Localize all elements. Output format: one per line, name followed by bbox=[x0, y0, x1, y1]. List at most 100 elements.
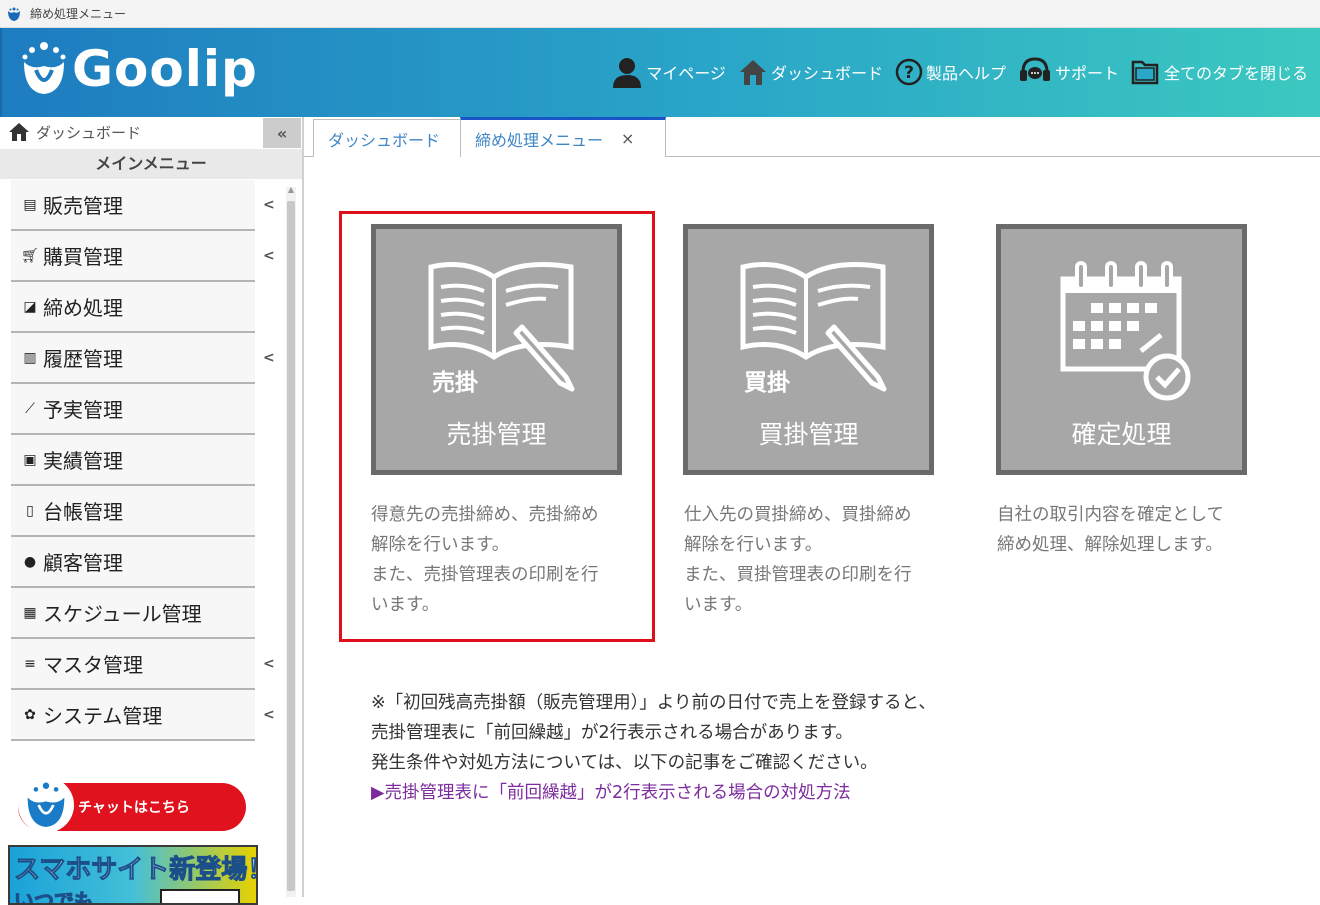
sidebar-item-history[interactable]: ▥ 履歴管理 < bbox=[11, 333, 275, 384]
notice-text: ※「初回残高売掛額（販売管理用）」より前の日付で売上を登録すると、 売掛管理表に… bbox=[371, 688, 936, 808]
banner-subline: いつでも bbox=[14, 889, 95, 905]
sidebar-item-closing[interactable]: ◪ 締め処理 bbox=[11, 282, 255, 333]
sidebar-item-results[interactable]: ▣ 実績管理 bbox=[11, 435, 255, 486]
main-menu-heading: メインメニュー bbox=[0, 149, 302, 179]
chevron-left-icon: < bbox=[263, 706, 275, 723]
sidebar-item-label: 履歴管理 bbox=[43, 347, 123, 371]
card-label: 買掛管理 bbox=[758, 420, 859, 449]
sidebar-item-purchase[interactable]: 🛒︎ 購買管理 < bbox=[11, 231, 275, 282]
sidebar-item-label: マスタ管理 bbox=[43, 653, 143, 677]
tab-dashboard[interactable]: ダッシュボード bbox=[313, 119, 461, 157]
sidebar-item-label: 顧客管理 bbox=[43, 551, 123, 575]
close-all-tabs-link[interactable]: 全てのタブを閉じる bbox=[1131, 58, 1308, 86]
desc-line: います。 bbox=[684, 595, 753, 615]
accounts-payable-card[interactable]: 買掛 買掛管理 bbox=[683, 224, 934, 475]
close-all-tabs-label: 全てのタブを閉じる bbox=[1163, 64, 1308, 83]
sidebar-collapse-button[interactable]: « bbox=[263, 118, 301, 148]
notice-line: 発生条件や対処方法については、以下の記事をご確認ください。 bbox=[371, 753, 878, 773]
sidebar-dashboard-link[interactable]: ダッシュボード bbox=[0, 117, 302, 147]
sidebar-item-label: 台帳管理 bbox=[43, 500, 123, 524]
close-tab-icon[interactable]: × bbox=[621, 129, 634, 148]
help-article-link[interactable]: ▶売掛管理表に「前回繰越」が2行表示される場合の対処方法 bbox=[371, 778, 936, 808]
chart-icon: ⟋ bbox=[25, 400, 35, 417]
sidebar-item-label: 購買管理 bbox=[43, 245, 123, 269]
chevron-left-icon: < bbox=[263, 655, 275, 672]
mypage-label: マイページ bbox=[646, 64, 726, 83]
users-icon: ● bbox=[23, 553, 37, 570]
sidebar-item-schedule[interactable]: ▦ スケジュール管理 bbox=[11, 588, 255, 639]
notice-line: ※「初回残高売掛額（販売管理用）」より前の日付で売上を登録すると、 bbox=[371, 693, 936, 713]
notice-line: 売掛管理表に「前回繰越」が2行表示される場合があります。 bbox=[371, 723, 853, 743]
database-icon: ≡ bbox=[24, 655, 36, 672]
mypage-link[interactable]: マイページ bbox=[611, 56, 726, 88]
chevron-left-icon: < bbox=[263, 247, 275, 264]
product-help-link[interactable]: ? 製品ヘルプ bbox=[895, 58, 1006, 86]
support-label: サポート bbox=[1054, 64, 1119, 83]
sidebar-dashboard-label: ダッシュボード bbox=[36, 123, 142, 142]
tab-label: ダッシュボード bbox=[328, 130, 441, 150]
svg-text:?: ? bbox=[904, 63, 914, 83]
dashboard-label: ダッシュボード bbox=[770, 64, 883, 83]
scroll-up-arrow-icon[interactable]: ▲ bbox=[286, 185, 296, 195]
desc-line: 仕入先の買掛締め、買掛締め bbox=[684, 505, 912, 525]
bookmark-icon: ▣ bbox=[23, 451, 37, 468]
chevron-left-icon: < bbox=[263, 349, 275, 366]
smartphone-site-banner[interactable]: スマホサイト新登場！ いつでも bbox=[8, 845, 258, 905]
sidebar-item-label: スケジュール管理 bbox=[43, 602, 202, 626]
app-header: Goolip マイページ ダッシュボード ? 製品ヘルプ サポート 全てのタブを… bbox=[0, 28, 1320, 117]
store-icon: ▤ bbox=[23, 196, 37, 213]
support-link[interactable]: サポート bbox=[1018, 56, 1119, 88]
headset-icon bbox=[1019, 57, 1050, 81]
product-help-label: 製品ヘルプ bbox=[925, 64, 1006, 83]
accounts-payable-description: 仕入先の買掛締め、買掛締め 解除を行います。 また、買掛管理表の印刷を行 います… bbox=[684, 500, 944, 620]
sidebar: ダッシュボード « メインメニュー ▲ ▤ 販売管理 < 🛒︎ 購買管理 < ◪… bbox=[0, 117, 302, 905]
highlight-annotation-box bbox=[339, 211, 655, 642]
sidebar-item-master[interactable]: ≡ マスタ管理 < bbox=[11, 639, 275, 690]
goolip-logo[interactable]: Goolip bbox=[20, 40, 258, 98]
home-icon bbox=[739, 60, 766, 85]
chevron-left-icon: < bbox=[263, 196, 275, 213]
cart-icon: 🛒︎ bbox=[21, 247, 39, 264]
sidebar-scroll-thumb[interactable] bbox=[287, 201, 295, 891]
window-titlebar: 締め処理メニュー bbox=[0, 0, 1320, 28]
goolip-chat-logo-icon bbox=[18, 777, 74, 833]
sidebar-divider bbox=[302, 117, 304, 897]
open-book-icon: ▯ bbox=[26, 502, 34, 519]
logo-text: Goolip bbox=[72, 40, 258, 98]
sidebar-item-ledger[interactable]: ▯ 台帳管理 bbox=[11, 486, 255, 537]
card-tag: 買掛 bbox=[744, 370, 790, 396]
window-title: 締め処理メニュー bbox=[30, 7, 127, 21]
goolip-logo-icon bbox=[22, 42, 66, 94]
dashboard-link[interactable]: ダッシュボード bbox=[738, 58, 883, 86]
tab-bar: ダッシュボード 締め処理メニュー × bbox=[304, 117, 1320, 157]
card-label: 確定処理 bbox=[1071, 420, 1172, 449]
gear-icon: ✿ bbox=[24, 706, 36, 723]
sidebar-item-label: 実績管理 bbox=[43, 449, 123, 473]
folder-icon bbox=[1131, 60, 1159, 85]
sidebar-item-sales[interactable]: ▤ 販売管理 < bbox=[11, 180, 275, 231]
desc-line: 締め処理、解除処理します。 bbox=[997, 535, 1223, 555]
home-icon bbox=[9, 123, 29, 141]
banner-headline: スマホサイト新登場！ bbox=[13, 855, 258, 886]
sidebar-item-label: 販売管理 bbox=[43, 194, 123, 218]
confirmation-card[interactable]: 確定処理 bbox=[996, 224, 1247, 475]
confirmation-description: 自社の取引内容を確定として 締め処理、解除処理します。 bbox=[997, 500, 1257, 560]
user-icon bbox=[613, 58, 642, 88]
desc-line: 解除を行います。 bbox=[684, 535, 823, 555]
sidebar-item-customers[interactable]: ● 顧客管理 bbox=[11, 537, 255, 588]
tab-closing-menu[interactable]: 締め処理メニュー × bbox=[460, 117, 666, 157]
calendar-icon: ▦ bbox=[23, 604, 37, 621]
chat-button-label: チャットはこちら bbox=[78, 800, 190, 816]
sidebar-item-system[interactable]: ✿ システム管理 < bbox=[11, 690, 275, 741]
chat-button[interactable]: チャットはこちら bbox=[18, 777, 246, 833]
desc-line: また、買掛管理表の印刷を行 bbox=[684, 565, 912, 585]
header-nav: マイページ ダッシュボード ? 製品ヘルプ サポート 全てのタブを閉じる bbox=[611, 56, 1320, 88]
sidebar-item-label: 締め処理 bbox=[43, 296, 123, 320]
sidebar-item-label: 予実管理 bbox=[43, 398, 123, 422]
sidebar-item-label: システム管理 bbox=[43, 704, 163, 728]
app-logo-icon bbox=[8, 7, 20, 21]
tab-label: 締め処理メニュー bbox=[475, 130, 604, 150]
sidebar-item-budget[interactable]: ⟋ 予実管理 bbox=[11, 384, 255, 435]
edit-icon: ◪ bbox=[23, 298, 37, 315]
book-icon: ▥ bbox=[23, 349, 37, 366]
